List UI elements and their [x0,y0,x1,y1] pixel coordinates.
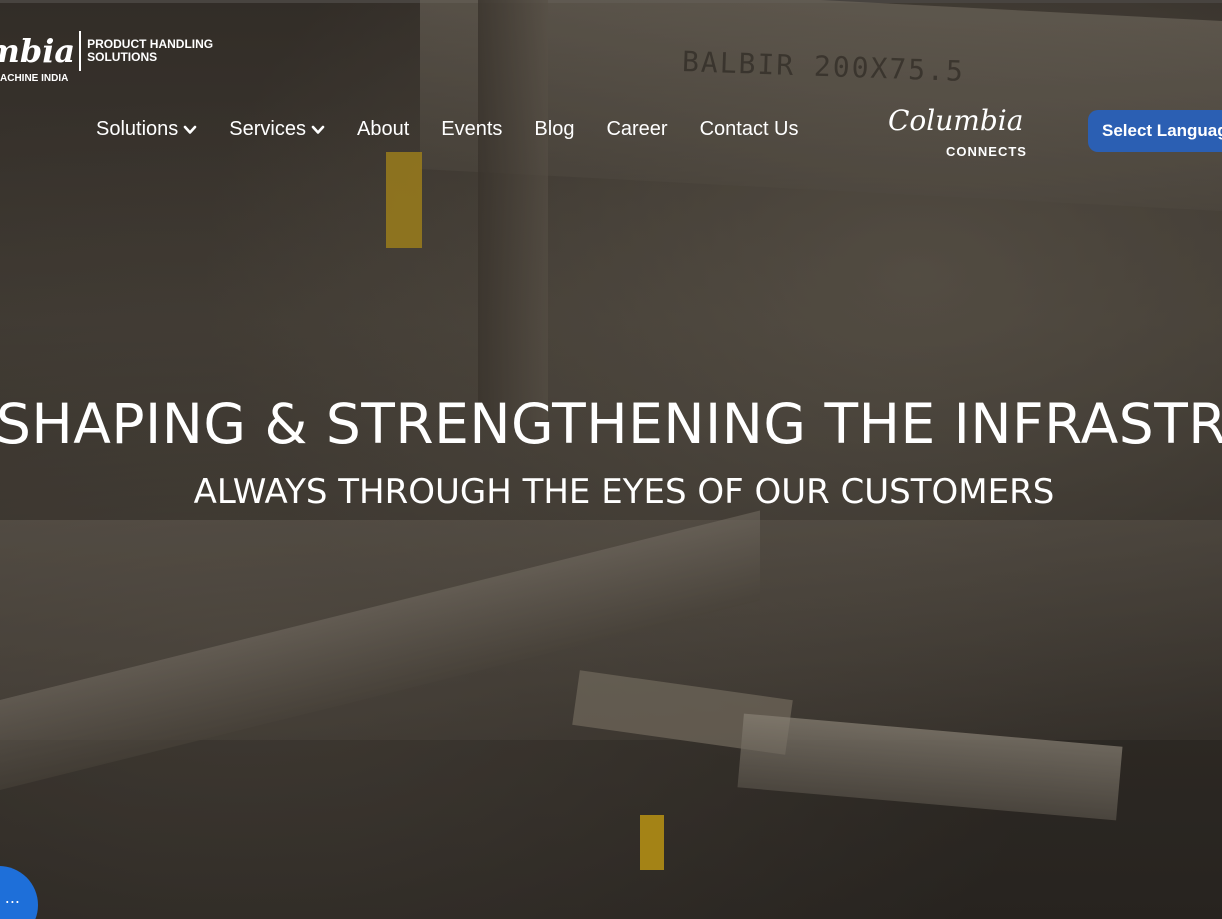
nav-item-about[interactable]: About [357,118,409,141]
hero-section: BALBIR 200X75.5 mbia ACHINE INDIA PRODUC… [0,0,1222,919]
nav-item-blog[interactable]: Blog [534,118,574,141]
logo-subtitle: ACHINE INDIA [0,73,69,84]
logo-tagline: PRODUCT HANDLING SOLUTIONS [87,38,213,64]
nav-item-services[interactable]: Services [229,118,325,141]
nav-item-label: Services [229,118,306,140]
connects-word: CONNECTS [946,144,1027,159]
nav-item-contact[interactable]: Contact Us [700,118,799,141]
chevron-down-icon [311,125,325,134]
connects-logo[interactable]: Columbia CONNECTS [888,106,1028,164]
brand-logo[interactable]: mbia ACHINE INDIA PRODUCT HANDLING SOLUT… [0,26,213,84]
nav-item-label: Solutions [96,118,179,140]
logo-script: mbia [0,32,76,70]
hero-headline: SHAPING & STRENGTHENING THE INFRASTRUCTU… [0,392,1222,456]
nav-item-events[interactable]: Events [441,118,502,141]
nav-item-solutions[interactable]: Solutions [96,118,197,141]
select-language-button[interactable]: Select Language [1088,110,1222,152]
logo-tagline-line2: SOLUTIONS [87,50,158,64]
main-nav: Solutions Services About Events Blog Car… [96,118,831,141]
connects-script: Columbia [888,104,1024,137]
logo-divider [79,31,82,71]
chat-icon: ... [4,888,20,907]
hero-subheadline: ALWAYS THROUGH THE EYES OF OUR CUSTOMERS [193,472,1055,512]
chevron-down-icon [183,125,197,134]
nav-item-career[interactable]: Career [606,118,667,141]
